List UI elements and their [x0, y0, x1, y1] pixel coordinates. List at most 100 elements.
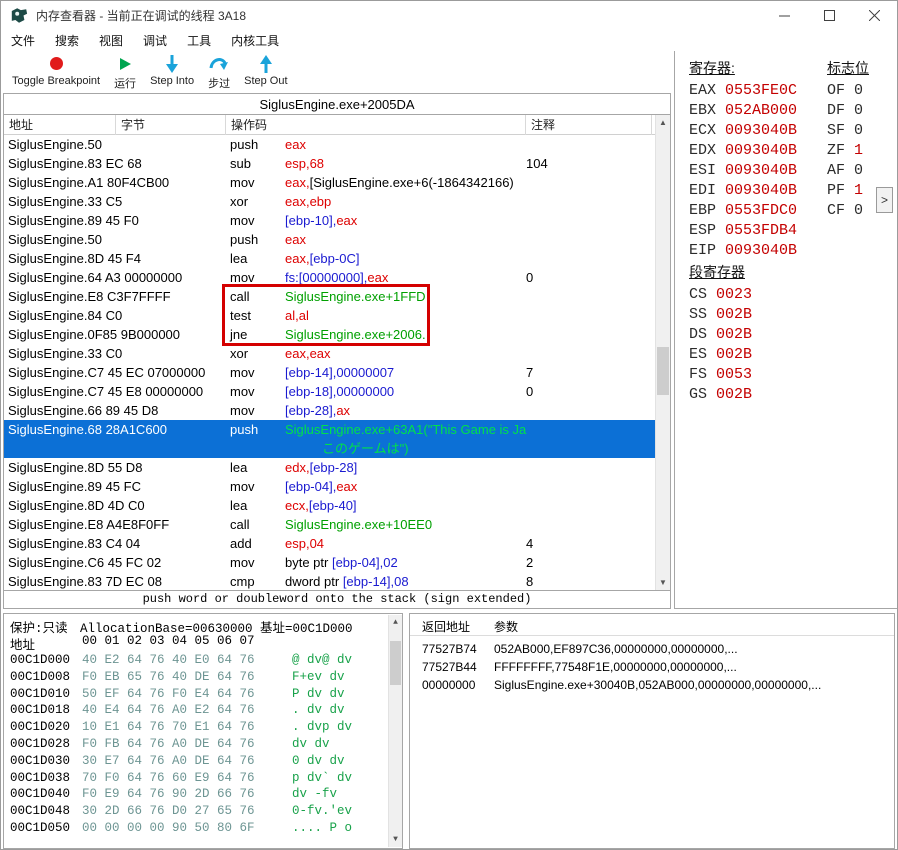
register-row[interactable]: EBX052AB000 — [689, 101, 797, 121]
disasm-row[interactable]: SiglusEngine.8D 4D C0leaecx,[ebp-40] — [4, 496, 655, 515]
register-row[interactable]: ECX0093040B — [689, 121, 797, 141]
minimize-button[interactable] — [762, 1, 807, 29]
flag-row[interactable]: PF1 — [827, 181, 863, 201]
register-row[interactable]: ESI0093040B — [689, 161, 797, 181]
disasm-row[interactable]: SiglusEngine.33 C5xoreax,ebp — [4, 192, 655, 211]
segment-row[interactable]: FS0053 — [689, 365, 752, 385]
maximize-button[interactable] — [807, 1, 852, 29]
stack-row[interactable]: 00000000SiglusEngine.exe+30040B,052AB000… — [410, 676, 894, 694]
memory-row[interactable]: 00C1D04830 2D 66 76 D0 27 65 760-fv.'ev — [4, 803, 388, 820]
disasm-operands: ecx,[ebp-40] — [285, 496, 357, 515]
memory-row[interactable]: 00C1D008F0 EB 65 76 40 DE 64 76F+ev dv — [4, 669, 388, 686]
hex-scrollbar[interactable]: ▲ ▼ — [388, 615, 402, 847]
memory-row[interactable]: 00C1D028F0 FB 64 76 A0 DE 64 76dv dv — [4, 736, 388, 753]
disasm-row[interactable]: SiglusEngine.8D 55 D8leaedx,[ebp-28] — [4, 458, 655, 477]
flag-row[interactable]: SF0 — [827, 121, 863, 141]
disasm-mnemonic: call — [230, 515, 250, 534]
disasm-address-bytes: SiglusEngine.89 45 F0 — [8, 211, 139, 230]
memory-row[interactable]: 00C1D040F0 E9 64 76 90 2D 66 76dv -fv — [4, 786, 388, 803]
scroll-down-icon[interactable]: ▼ — [656, 575, 670, 590]
scroll-down-icon[interactable]: ▼ — [389, 832, 402, 847]
step-over-button[interactable]: 步过 — [201, 51, 237, 93]
disasm-row[interactable]: SiglusEngine.8D 45 F4leaeax,[ebp-0C] — [4, 249, 655, 268]
disasm-row[interactable]: SiglusEngine.83 C4 04addesp,044 — [4, 534, 655, 553]
flag-row[interactable]: DF0 — [827, 101, 863, 121]
disasm-row[interactable]: SiglusEngine.0F85 9B000000jneSiglusEngin… — [4, 325, 655, 344]
disasm-mnemonic: lea — [230, 458, 247, 477]
register-row[interactable]: ESP0553FDB4 — [689, 221, 797, 241]
disasm-row[interactable]: SiglusEngine.C7 45 EC 07000000mov[ebp-14… — [4, 363, 655, 382]
menu-item-kernel-tools[interactable]: 内核工具 — [221, 29, 289, 52]
column-header-comment[interactable]: 注释 — [526, 115, 652, 135]
memory-row[interactable]: 00C1D00040 E2 64 76 40 E0 64 76@ dv@ dv — [4, 652, 388, 669]
disasm-row[interactable]: SiglusEngine.C7 45 E8 00000000mov[ebp-18… — [4, 382, 655, 401]
flag-row[interactable]: CF0 — [827, 201, 863, 221]
menu-item-file[interactable]: 文件 — [1, 29, 45, 52]
segment-row[interactable]: DS002B — [689, 325, 752, 345]
menu-item-search[interactable]: 搜索 — [45, 29, 89, 52]
segment-row[interactable]: ES002B — [689, 345, 752, 365]
register-row[interactable]: EBP0553FDC0 — [689, 201, 797, 221]
disasm-row[interactable]: SiglusEngine.89 45 FCmov[ebp-04],eax — [4, 477, 655, 496]
disasm-row[interactable]: SiglusEngine.50pusheax — [4, 230, 655, 249]
disasm-row[interactable]: SiglusEngine.83 EC 68subesp,68104 — [4, 154, 655, 173]
flag-value: 1 — [854, 182, 863, 199]
disasm-row[interactable]: SiglusEngine.A1 80F4CB00moveax,[SiglusEn… — [4, 173, 655, 192]
register-row[interactable]: EDX0093040B — [689, 141, 797, 161]
flag-row[interactable]: AF0 — [827, 161, 863, 181]
disasm-row[interactable]: SiglusEngine.C6 45 FC 02movbyte ptr [ebp… — [4, 553, 655, 572]
disasm-row-selected[interactable]: SiglusEngine.68 28A1C600pushSiglusEngine… — [4, 420, 655, 458]
scroll-up-icon[interactable]: ▲ — [389, 615, 402, 630]
disasm-row[interactable]: SiglusEngine.50pusheax — [4, 135, 655, 154]
disasm-row[interactable]: SiglusEngine.E8 C3F7FFFFcallSiglusEngine… — [4, 287, 655, 306]
disasm-row[interactable]: SiglusEngine.83 7D EC 08cmpdword ptr [eb… — [4, 572, 655, 590]
memory-row[interactable]: 00C1D02010 E1 64 76 70 E1 64 76. dvp dv — [4, 719, 388, 736]
menu-item-debug[interactable]: 调试 — [133, 29, 177, 52]
memory-row[interactable]: 00C1D01840 E4 64 76 A0 E2 64 76. dv dv — [4, 702, 388, 719]
register-row[interactable]: EAX0553FE0C — [689, 81, 797, 101]
disasm-row[interactable]: SiglusEngine.E8 A4E8F0FFcallSiglusEngine… — [4, 515, 655, 534]
memory-bytes: 00 00 00 00 90 50 80 6F — [82, 820, 255, 837]
segment-row[interactable]: GS002B — [689, 385, 752, 405]
memory-row[interactable]: 00C1D01050 EF 64 76 F0 E4 64 76P dv dv — [4, 686, 388, 703]
segment-row[interactable]: SS002B — [689, 305, 752, 325]
expand-button[interactable]: > — [876, 187, 893, 213]
register-row[interactable]: EIP0093040B — [689, 241, 797, 261]
flag-list: OF0DF0SF0ZF1AF0PF1CF0 — [827, 81, 863, 221]
scroll-up-icon[interactable]: ▲ — [656, 115, 670, 130]
disasm-row[interactable]: SiglusEngine.64 A3 00000000movfs:[000000… — [4, 268, 655, 287]
close-button[interactable] — [852, 1, 897, 29]
memory-row[interactable]: 00C1D03030 E7 64 76 A0 DE 64 760 dv dv — [4, 753, 388, 770]
memory-address: 00C1D038 — [10, 770, 70, 787]
disasm-row[interactable]: SiglusEngine.89 45 F0mov[ebp-10],eax — [4, 211, 655, 230]
disasm-address-bytes: SiglusEngine.50 — [8, 230, 102, 249]
register-row[interactable]: EDI0093040B — [689, 181, 797, 201]
column-header-address[interactable]: 地址 — [4, 115, 116, 135]
scroll-thumb[interactable] — [390, 641, 401, 685]
segment-row[interactable]: CS0023 — [689, 285, 752, 305]
memory-ascii: dv dv — [292, 736, 330, 753]
flag-row[interactable]: OF0 — [827, 81, 863, 101]
disasm-scrollbar[interactable]: ▲ ▼ — [655, 115, 670, 590]
menu-item-tools[interactable]: 工具 — [177, 29, 221, 52]
disassembly-address-header[interactable]: SiglusEngine.exe+2005DA — [4, 94, 670, 115]
step-out-button[interactable]: Step Out — [237, 51, 294, 89]
byte-columns-label: 00 01 02 03 04 05 06 07 — [82, 634, 255, 648]
segment-value: 0053 — [716, 366, 752, 383]
scroll-thumb[interactable] — [657, 347, 669, 395]
stack-row[interactable]: 77527B74052AB000,EF897C36,00000000,00000… — [410, 640, 894, 658]
flag-value: 0 — [854, 202, 863, 219]
disasm-row[interactable]: SiglusEngine.84 C0testal,al — [4, 306, 655, 325]
breakpoint-button[interactable]: Toggle Breakpoint — [5, 51, 107, 89]
disasm-row[interactable]: SiglusEngine.66 89 45 D8mov[ebp-28],ax — [4, 401, 655, 420]
flag-row[interactable]: ZF1 — [827, 141, 863, 161]
stack-row[interactable]: 77527B44FFFFFFFF,77548F1E,00000000,00000… — [410, 658, 894, 676]
column-header-opcode[interactable]: 操作码 — [226, 115, 526, 135]
step-into-button[interactable]: Step Into — [143, 51, 201, 89]
column-header-bytes[interactable]: 字节 — [116, 115, 226, 135]
memory-row[interactable]: 00C1D05000 00 00 00 90 50 80 6F.... P o — [4, 820, 388, 837]
run-button[interactable]: 运行 — [107, 51, 143, 93]
menu-item-view[interactable]: 视图 — [89, 29, 133, 52]
memory-row[interactable]: 00C1D03870 F0 64 76 60 E9 64 76p dv` dv — [4, 770, 388, 787]
disasm-row[interactable]: SiglusEngine.33 C0xoreax,eax — [4, 344, 655, 363]
